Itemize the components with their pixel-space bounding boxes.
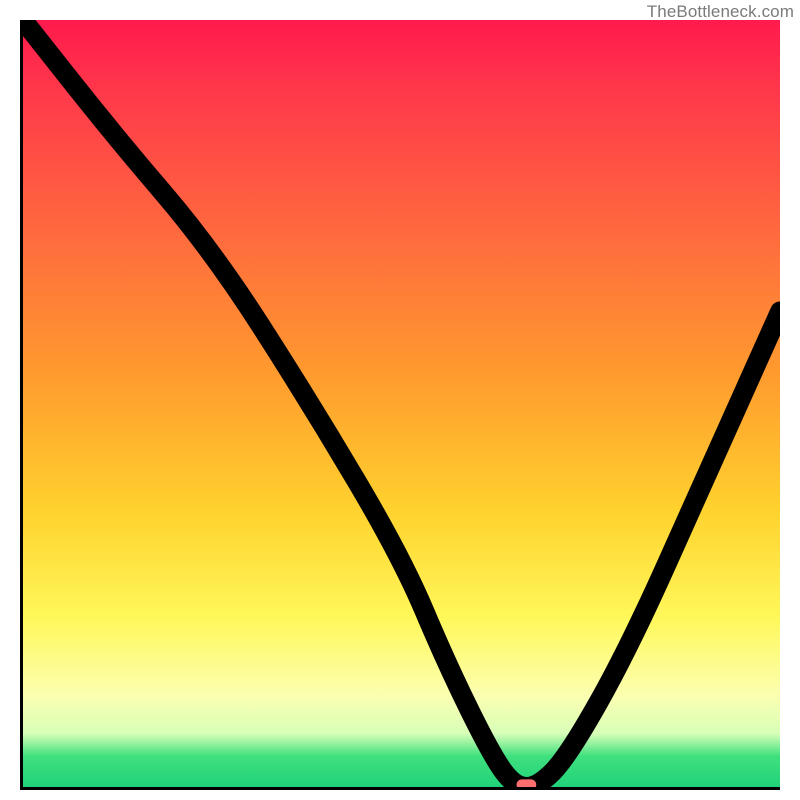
optimal-point-marker (517, 779, 537, 787)
watermark-text: TheBottleneck.com (647, 2, 794, 22)
bottleneck-curve-line (23, 20, 780, 787)
plot-area (20, 20, 780, 790)
curve-svg (23, 20, 780, 787)
bottleneck-chart: TheBottleneck.com (0, 0, 800, 800)
